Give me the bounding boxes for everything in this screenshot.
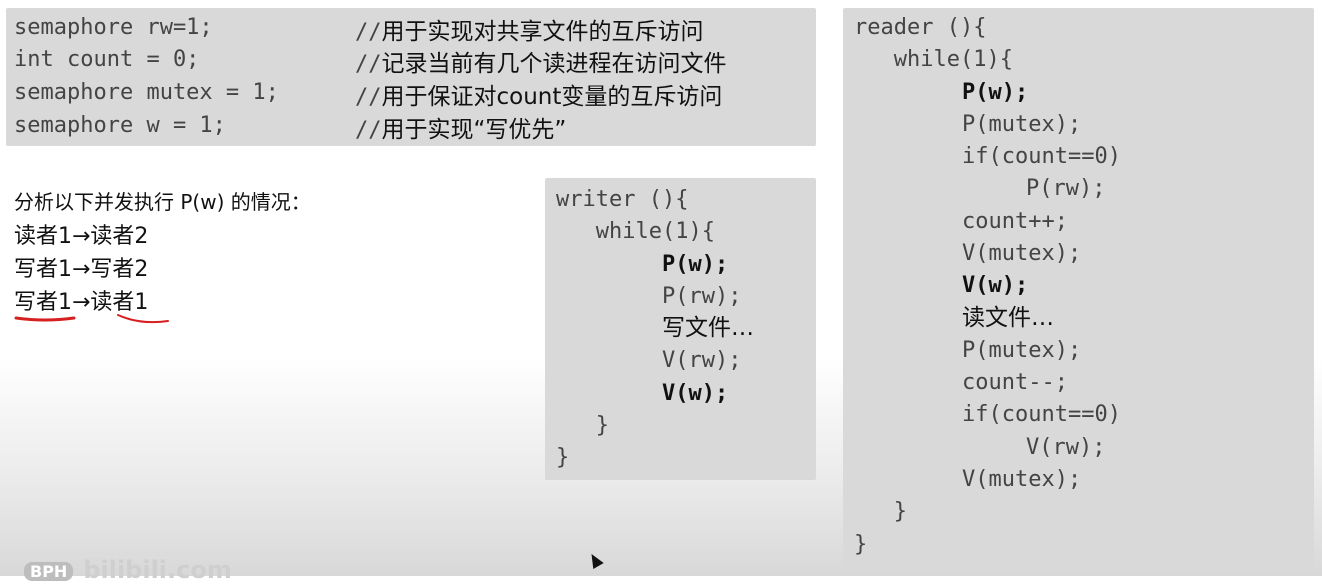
code-line: P(w); [662, 252, 729, 277]
comment-text: 用于实现对共享文件的互斥访问 [381, 19, 704, 45]
code-line: P(mutex); [962, 112, 1082, 137]
code-line: 读文件… [962, 305, 1054, 331]
code-line: while(1){ [556, 219, 715, 244]
decl-comment: //记录当前有几个读进程在访问文件 [355, 44, 727, 81]
code-line: V(rw); [1026, 435, 1106, 460]
comment-prefix: // [355, 118, 382, 143]
comment-prefix: // [355, 85, 382, 110]
decl-comment: //用于保证对count变量的互斥访问 [355, 77, 722, 114]
watermark: BPH bilibili.com [24, 556, 232, 584]
code-line: P(w); [962, 80, 1029, 105]
comment-prefix: // [355, 20, 382, 45]
underline-mark [117, 314, 169, 324]
handwritten-underlines [14, 314, 169, 324]
comment-text: 记录当前有几个读进程在访问文件 [381, 51, 727, 77]
comment-text: 用于实现“写优先” [381, 117, 567, 143]
code-line: } [556, 413, 609, 438]
watermark-logo: BPH [24, 561, 74, 581]
code-line: if(count==0) [962, 144, 1121, 169]
code-line: writer (){ [556, 187, 689, 212]
code-line: } [854, 499, 907, 524]
code-line: while(1){ [854, 47, 1013, 72]
code-line: V(w); [962, 273, 1029, 298]
code-line: V(w); [662, 381, 729, 406]
code-line: if(count==0) [962, 402, 1121, 427]
code-line: reader (){ [854, 15, 987, 40]
code-line: V(mutex); [962, 241, 1082, 266]
mouse-cursor-icon [586, 550, 604, 570]
code-line: P(rw); [662, 284, 742, 309]
code-line: count++; [962, 209, 1068, 234]
code-line: } [556, 445, 570, 470]
watermark-text: bilibili.com [83, 556, 232, 584]
code-line: count--; [962, 370, 1068, 395]
code-line: 写文件… [662, 315, 754, 341]
code-line: } [854, 532, 868, 557]
code-line: P(rw); [1026, 176, 1106, 201]
decl-comment: //用于实现“写优先” [355, 110, 566, 147]
code-line: P(mutex); [962, 338, 1082, 363]
comment-prefix: // [355, 52, 382, 77]
comment-text: 用于保证对count变量的互斥访问 [381, 84, 723, 110]
code-line: V(mutex); [962, 467, 1082, 492]
underline-mark [14, 316, 76, 322]
code-line: V(rw); [662, 348, 742, 373]
